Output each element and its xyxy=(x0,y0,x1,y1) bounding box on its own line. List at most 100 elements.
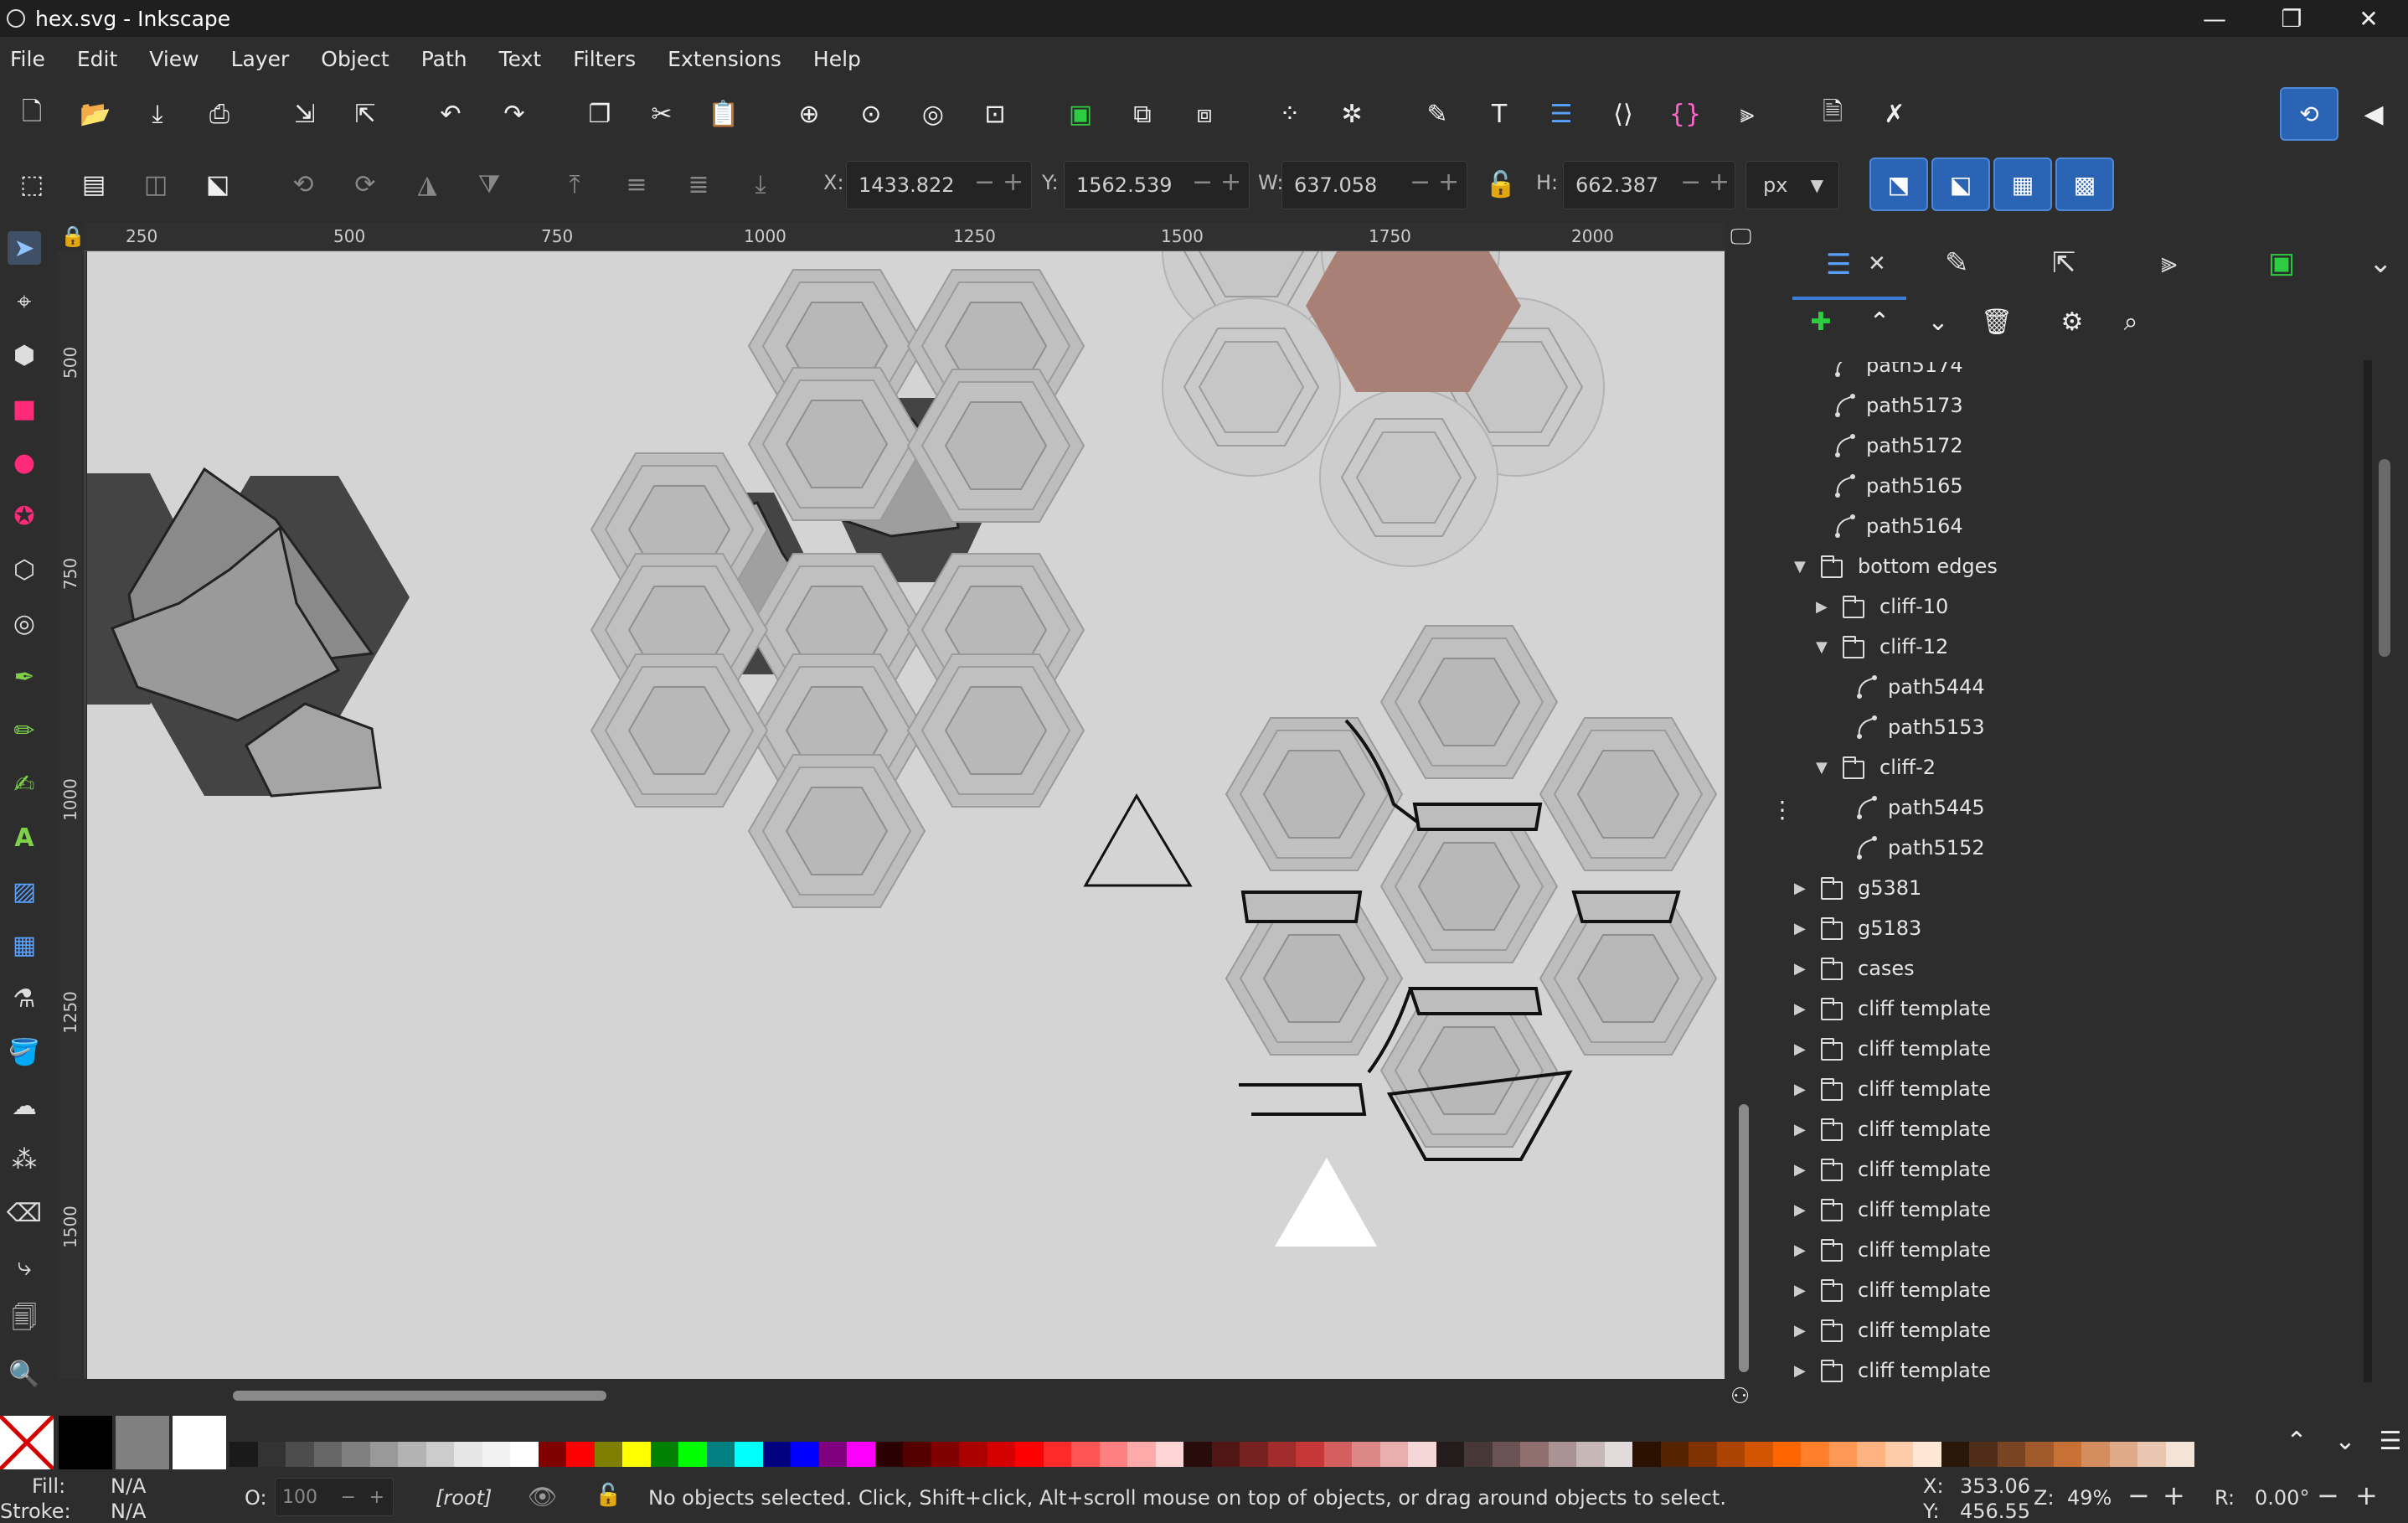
color-swatch[interactable] xyxy=(1829,1442,1858,1467)
fixed-color-swatch[interactable] xyxy=(59,1416,112,1469)
layer-row[interactable]: ▶cliff template xyxy=(1786,1190,2355,1230)
color-swatch[interactable] xyxy=(482,1442,511,1467)
layer-row[interactable]: path5152 xyxy=(1786,828,2355,868)
color-swatch[interactable] xyxy=(1576,1442,1605,1467)
color-swatch[interactable] xyxy=(1773,1442,1802,1467)
color-swatch[interactable] xyxy=(678,1442,707,1467)
text-font-icon[interactable]: T xyxy=(1481,96,1518,132)
color-swatch[interactable] xyxy=(791,1442,819,1467)
current-layer[interactable]: [root] xyxy=(436,1486,492,1510)
tab-menu-icon[interactable]: ⌄ xyxy=(2369,246,2393,280)
color-swatch[interactable] xyxy=(314,1442,343,1467)
color-swatch[interactable] xyxy=(1015,1442,1044,1467)
color-swatch[interactable] xyxy=(735,1442,763,1467)
align-icon[interactable]: ⫸ xyxy=(1729,96,1766,132)
fill-stroke-tab-icon[interactable]: ✎ xyxy=(1945,246,1969,280)
calligraphy-tool-icon[interactable]: ✍ xyxy=(8,767,41,801)
spray-tool-icon[interactable]: ⁂ xyxy=(8,1143,41,1176)
h-decrement-icon[interactable]: − xyxy=(1680,168,1701,197)
export-tab-icon[interactable]: ⇱ xyxy=(2052,246,2076,280)
fixed-color-swatch[interactable] xyxy=(173,1416,226,1469)
color-swatch[interactable] xyxy=(258,1442,286,1467)
menu-text[interactable]: Text xyxy=(499,47,542,71)
opacity-decrement-icon[interactable]: − xyxy=(341,1487,356,1508)
preferences-icon[interactable]: ✗ xyxy=(1876,96,1913,132)
expand-right-icon[interactable]: ▶ xyxy=(1794,1242,1806,1259)
flip-horizontal-icon[interactable]: ◮ xyxy=(409,166,446,203)
expand-right-icon[interactable]: ▶ xyxy=(1794,1322,1806,1340)
layer-row[interactable]: ▶cliff template xyxy=(1786,1391,2355,1396)
star-tool-icon[interactable]: ✪ xyxy=(8,499,41,533)
selector-tool-icon[interactable]: ➤ xyxy=(8,231,41,265)
rotation-value[interactable]: 0.00° xyxy=(2255,1486,2309,1510)
expand-right-icon[interactable]: ▶ xyxy=(1816,598,1828,616)
layer-row[interactable]: ▶cliff template xyxy=(1786,1270,2355,1310)
layer-row[interactable]: path5164 xyxy=(1786,506,2355,546)
color-swatch[interactable] xyxy=(1156,1442,1184,1467)
color-swatch[interactable] xyxy=(398,1442,426,1467)
new-document-icon[interactable]: 🗋 xyxy=(13,96,50,132)
expand-right-icon[interactable]: ▶ xyxy=(1794,1081,1806,1098)
color-swatch[interactable] xyxy=(847,1442,875,1467)
color-swatch[interactable] xyxy=(1464,1442,1493,1467)
color-swatch[interactable] xyxy=(1240,1442,1268,1467)
rectangle-tool-icon[interactable]: ■ xyxy=(8,392,41,426)
color-swatch[interactable] xyxy=(875,1442,904,1467)
layer-row[interactable]: ▶cliff template xyxy=(1786,1310,2355,1350)
color-swatch[interactable] xyxy=(987,1442,1016,1467)
color-swatch[interactable] xyxy=(1969,1442,1998,1467)
fixed-color-swatch[interactable] xyxy=(116,1416,169,1469)
layer-row[interactable]: ▶ cliff-10 xyxy=(1786,586,2355,627)
color-swatch[interactable] xyxy=(1520,1442,1549,1467)
select-same-icon[interactable]: ⬕ xyxy=(199,166,236,203)
color-swatch[interactable] xyxy=(707,1442,735,1467)
fill-value[interactable]: N/A xyxy=(111,1474,146,1498)
layer-row[interactable]: ▼ cliff-12 xyxy=(1786,627,2355,667)
color-swatch[interactable] xyxy=(1071,1442,1100,1467)
connector-tool-icon[interactable]: ⤷ xyxy=(8,1250,41,1283)
color-swatch[interactable] xyxy=(2054,1442,2082,1467)
zoom-value[interactable]: 49% xyxy=(2067,1486,2112,1510)
drawing-canvas[interactable] xyxy=(87,251,1725,1379)
color-swatch[interactable] xyxy=(1436,1442,1465,1467)
menu-path[interactable]: Path xyxy=(421,47,467,71)
flip-vertical-icon[interactable]: ⧩ xyxy=(471,166,508,203)
expand-right-icon[interactable]: ▶ xyxy=(1794,1362,1806,1380)
color-swatch[interactable] xyxy=(2137,1442,2166,1467)
raise-top-icon[interactable]: ⤒ xyxy=(556,166,593,203)
color-swatch[interactable] xyxy=(1745,1442,1773,1467)
layer-row[interactable]: path5444 xyxy=(1786,667,2355,707)
x-decrement-icon[interactable]: − xyxy=(974,168,995,197)
raise-layer-icon[interactable]: ⌃ xyxy=(1861,303,1898,340)
expand-right-icon[interactable]: ▶ xyxy=(1794,1201,1806,1219)
w-increment-icon[interactable]: + xyxy=(1438,168,1459,197)
shape-builder-tool-icon[interactable]: ⬢ xyxy=(8,338,41,372)
color-swatch[interactable] xyxy=(1605,1442,1633,1467)
eraser-tool-icon[interactable]: ⌫ xyxy=(7,1196,42,1230)
redo-icon[interactable]: ↷ xyxy=(496,96,533,132)
layer-row[interactable]: path5173 xyxy=(1786,385,2355,426)
transform-gradients-button[interactable]: ▦ xyxy=(1993,157,2052,211)
color-swatch[interactable] xyxy=(539,1442,567,1467)
color-swatch[interactable] xyxy=(1127,1442,1156,1467)
color-swatch[interactable] xyxy=(1941,1442,1970,1467)
color-swatch[interactable] xyxy=(1717,1442,1745,1467)
layer-row[interactable]: ▶cliff template xyxy=(1786,1350,2355,1391)
tab-layers[interactable]: ☰ ✕ xyxy=(1792,231,1906,300)
panel-search-icon[interactable]: ⌕ xyxy=(2112,303,2149,340)
color-swatch[interactable] xyxy=(931,1442,960,1467)
close-button[interactable]: ✕ xyxy=(2330,0,2407,37)
deselect-icon[interactable]: ◫ xyxy=(137,166,174,203)
import-icon[interactable]: ⇲ xyxy=(286,96,323,132)
3d-box-tool-icon[interactable]: ⬡ xyxy=(8,553,41,586)
color-swatch[interactable] xyxy=(622,1442,651,1467)
color-swatch[interactable] xyxy=(286,1442,314,1467)
open-icon[interactable]: 📂 xyxy=(77,96,114,132)
select-all-icon[interactable]: ⬚ xyxy=(13,166,50,203)
h-increment-icon[interactable]: + xyxy=(1709,168,1730,197)
select-all-layers-icon[interactable]: ▤ xyxy=(75,166,112,203)
rotate-ccw-icon[interactable]: ⟲ xyxy=(285,166,322,203)
snap-menu-arrow-icon[interactable]: ◀ xyxy=(2355,96,2392,132)
ellipse-tool-icon[interactable]: ● xyxy=(8,446,41,479)
pencil-tool-icon[interactable]: ✏ xyxy=(8,714,41,747)
